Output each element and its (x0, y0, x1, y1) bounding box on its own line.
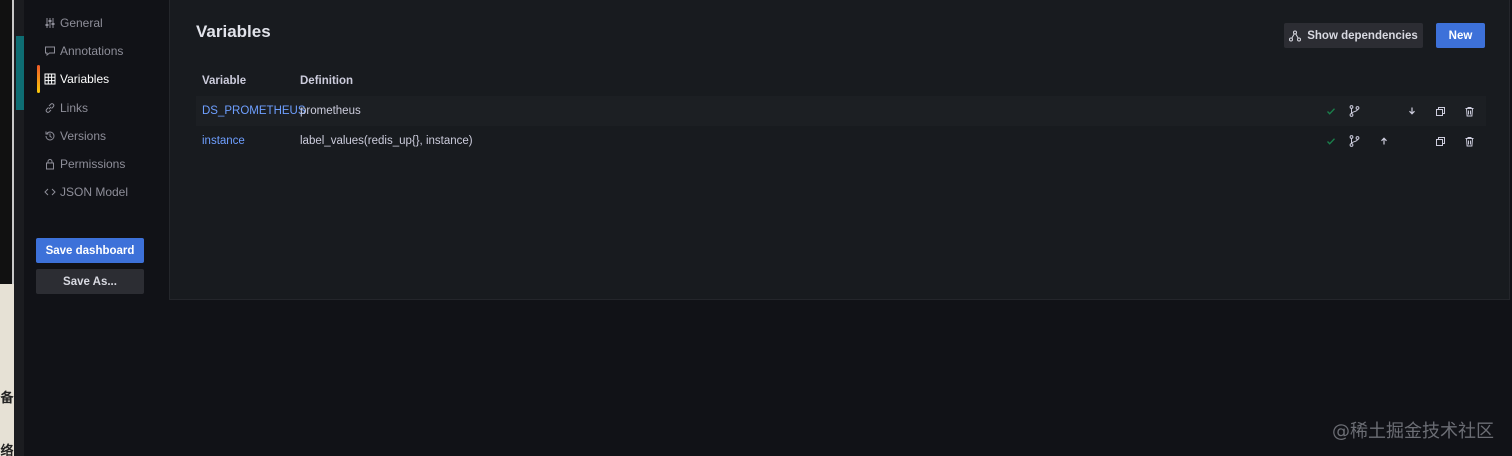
new-variable-button[interactable]: New (1436, 23, 1485, 48)
duplicate-icon[interactable] (1434, 134, 1446, 148)
code-icon (44, 188, 56, 196)
variable-definition[interactable]: label_values(redis_up{}, instance) (300, 135, 1486, 147)
page-title: Variables (196, 22, 271, 41)
edge-dark-block (0, 0, 12, 290)
lock-icon (46, 159, 54, 170)
variable-name[interactable]: instance (202, 135, 245, 147)
settings-sidebar: General Annotations Variables Links Vers… (24, 0, 169, 456)
sidebar-item-json-model[interactable]: JSON Model (36, 180, 169, 204)
trash-icon[interactable] (1463, 134, 1475, 148)
sidebar-item-label: Permissions (60, 157, 126, 171)
history-icon (45, 131, 55, 141)
duplicate-icon[interactable] (1434, 104, 1446, 118)
branch-icon[interactable] (1348, 104, 1360, 118)
table-row: DS_PROMETHEUS prometheus (196, 96, 1486, 126)
sidebar-item-variables[interactable]: Variables (36, 65, 169, 93)
column-header-definition: Definition (300, 75, 354, 87)
variable-name-link[interactable]: DS_PROMETHEUS (196, 105, 306, 117)
sidebar-item-annotations[interactable]: Annotations (36, 39, 169, 63)
link-icon (45, 103, 55, 113)
table-header: Variable Definition (196, 66, 1486, 96)
save-dashboard-button[interactable]: Save dashboard (36, 238, 144, 263)
sidebar-item-label: General (60, 16, 103, 30)
show-dependencies-button[interactable]: Show dependencies (1284, 23, 1423, 48)
sidebar-item-label: Links (60, 101, 89, 115)
sliders-icon (45, 18, 55, 28)
edge-glyph: 备 (0, 391, 14, 406)
sidebar-item-versions[interactable]: Versions (36, 124, 169, 148)
variable-name-link[interactable]: instance (196, 135, 300, 147)
variable-name[interactable]: DS_PROMETHEUS (202, 105, 306, 117)
edge-glyph: 络 (0, 444, 14, 456)
arrow-up-icon[interactable] (1378, 134, 1390, 148)
edge-light-block (0, 284, 14, 456)
show-dependencies-label: Show dependencies (1307, 29, 1418, 42)
comment-icon (45, 46, 55, 57)
sidebar-item-label: Versions (60, 129, 107, 143)
table-row: instance label_values(redis_up{}, instan… (196, 126, 1486, 156)
sidebar-item-general[interactable]: General (36, 11, 169, 35)
trash-icon[interactable] (1463, 104, 1475, 118)
check-icon (1325, 134, 1337, 148)
sidebar-item-label: Annotations (60, 44, 124, 58)
watermark: @稀土掘金技术社区 (1332, 421, 1494, 442)
variable-definition[interactable]: prometheus (300, 105, 1486, 117)
edge-teal-block (16, 36, 24, 110)
column-header-variable: Variable (202, 75, 247, 87)
sidebar-item-label: Variables (60, 72, 110, 86)
save-as-button[interactable]: Save As... (36, 269, 144, 294)
sidebar-item-links[interactable]: Links (36, 96, 169, 120)
desktop-edge-strip: 备 络 (0, 0, 24, 456)
check-icon (1325, 104, 1337, 118)
grid-icon (44, 73, 56, 85)
sidebar-item-permissions[interactable]: Permissions (36, 152, 169, 176)
branch-icon[interactable] (1348, 134, 1360, 148)
sidebar-item-label: JSON Model (60, 185, 129, 199)
variables-table: Variable Definition DS_PROMETHEUS promet… (196, 66, 1486, 156)
arrow-down-icon[interactable] (1406, 104, 1418, 118)
variables-panel: Variables Show dependencies New Variable… (169, 0, 1510, 300)
dependencies-icon (1289, 30, 1302, 41)
